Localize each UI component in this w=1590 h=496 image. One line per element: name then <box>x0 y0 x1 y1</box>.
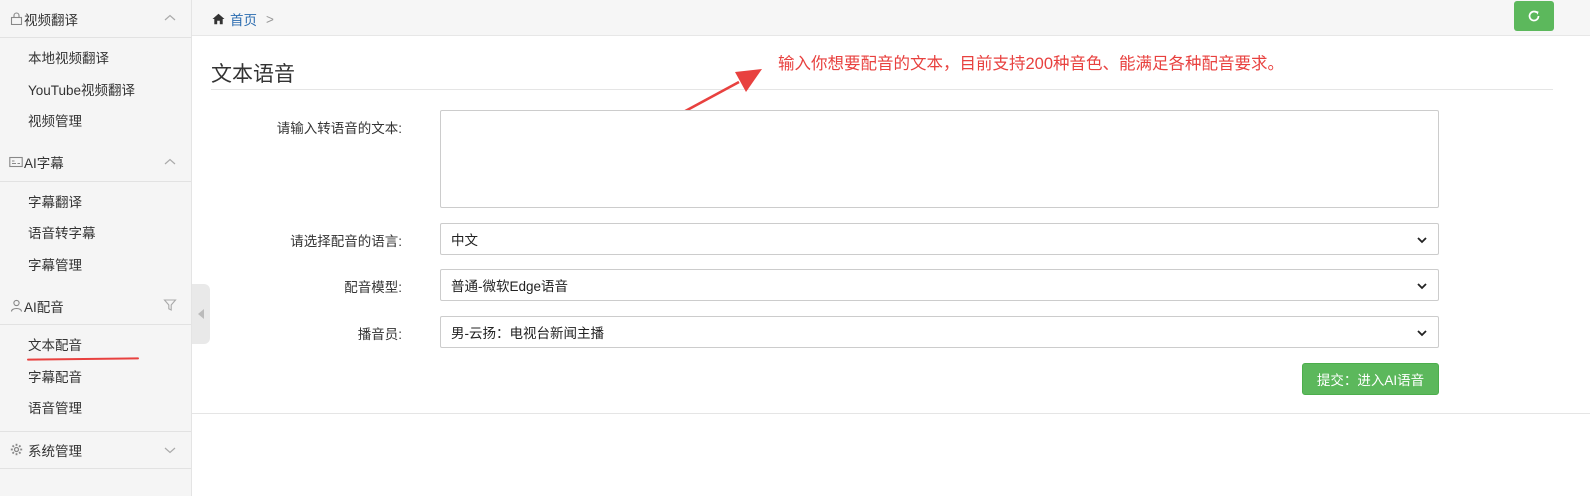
sidebar-item-label: 本地视频翻译 <box>28 51 109 66</box>
sidebar: 视频翻译 本地视频翻译 YouTube视频翻译 视频管理 AI字幕 字幕翻译 语… <box>0 0 192 496</box>
sidebar-group-items: 文本配音 字幕配音 语音管理 <box>0 325 191 431</box>
breadcrumb-home-label: 首页 <box>230 13 257 28</box>
voice-label: 播音员: <box>357 327 402 342</box>
form-bottom-divider <box>192 413 1590 414</box>
sidebar-item-label: 语音管理 <box>28 401 82 416</box>
home-icon <box>212 13 225 25</box>
sidebar-item-label: 语音转字幕 <box>28 226 96 241</box>
sidebar-group-label: 视频翻译 <box>24 12 78 28</box>
refresh-icon <box>1528 10 1540 22</box>
sidebar-item-label: 字幕翻译 <box>28 194 82 210</box>
text-input[interactable] <box>440 110 1439 208</box>
sidebar-item-label: YouTube视频翻译 <box>28 82 136 98</box>
sidebar-group-ai-dubbing[interactable]: AI配音 <box>0 287 191 325</box>
sidebar-group-system-manage[interactable]: 系统管理 <box>0 430 191 469</box>
annotation-arrow <box>566 69 762 177</box>
voice-select-value: 男-云扬：电视台新闻主播 <box>451 326 604 341</box>
annotation-callout: 输入你想要配音的文本，目前支持200种音色、能满足各种配音要求。 <box>778 55 1285 73</box>
sidebar-item-video-manage[interactable]: 视频管理 <box>0 106 191 138</box>
breadcrumb: 首页 > <box>212 9 274 29</box>
model-select[interactable]: 普通-微软Edge语音 <box>440 269 1439 301</box>
sidebar-item-voice-manage[interactable]: 语音管理 <box>0 393 191 425</box>
sidebar-item-youtube-translate[interactable]: YouTube视频翻译 <box>0 75 191 107</box>
sidebar-item-subtitle-manage[interactable]: 字幕管理 <box>0 250 191 282</box>
sidebar-item-local-video-translate[interactable]: 本地视频翻译 <box>0 43 191 75</box>
sidebar-group-items: 字幕翻译 语音转字幕 字幕管理 <box>0 182 191 288</box>
refresh-button[interactable] <box>1514 1 1554 31</box>
gear-icon <box>9 443 23 457</box>
model-label: 配音模型: <box>344 280 402 295</box>
language-select[interactable]: 中文 <box>440 223 1439 255</box>
model-select-value: 普通-微软Edge语音 <box>451 279 569 294</box>
sidebar-group-video-translate[interactable]: 视频翻译 <box>0 0 191 38</box>
user-icon <box>9 299 23 313</box>
sidebar-group-items: 本地视频翻译 YouTube视频翻译 视频管理 <box>0 38 191 144</box>
lock-icon <box>9 12 23 26</box>
sidebar-group-label: AI字幕 <box>24 156 64 171</box>
sidebar-item-speech-to-subtitle[interactable]: 语音转字幕 <box>0 218 191 250</box>
sidebar-group-label: 系统管理 <box>28 443 82 459</box>
annotation-underline <box>26 356 140 361</box>
sidebar-group-ai-subtitle[interactable]: AI字幕 <box>0 144 191 182</box>
top-bar: 首页 > <box>192 0 1590 36</box>
voice-select[interactable]: 男-云扬：电视台新闻主播 <box>440 316 1439 348</box>
title-divider <box>211 89 1553 90</box>
chevron-down-icon <box>1417 237 1427 244</box>
submit-button[interactable]: 提交：进入AI语音 <box>1302 363 1439 395</box>
sidebar-item-label: 字幕管理 <box>28 257 82 273</box>
sidebar-item-subtitle-dubbing[interactable]: 字幕配音 <box>0 362 191 394</box>
filter-icon <box>163 298 177 312</box>
sidebar-item-label: 文本配音 <box>28 338 82 353</box>
breadcrumb-home-link[interactable]: 首页 <box>212 9 257 29</box>
sidebar-item-subtitle-translate[interactable]: 字幕翻译 <box>0 187 191 219</box>
breadcrumb-separator: > <box>266 11 274 27</box>
language-label: 请选择配音的语言: <box>290 234 402 249</box>
sidebar-group-label: AI配音 <box>24 299 64 315</box>
main-content: 文本语音 输入你想要配音的文本，目前支持200种音色、能满足各种配音要求。 请输… <box>192 36 1590 496</box>
chevron-down-icon <box>1417 283 1427 290</box>
chevron-up-icon <box>163 155 177 169</box>
sidebar-item-label: 字幕配音 <box>28 369 82 385</box>
chevron-up-icon <box>163 11 177 25</box>
sidebar-item-text-dubbing[interactable]: 文本配音 <box>0 330 191 362</box>
page-title: 文本语音 <box>211 63 295 86</box>
chevron-down-icon <box>163 443 177 457</box>
language-select-value: 中文 <box>451 233 478 248</box>
chevron-down-icon <box>1417 330 1427 337</box>
text-input-label: 请输入转语音的文本: <box>276 121 402 136</box>
app-root: 视频翻译 本地视频翻译 YouTube视频翻译 视频管理 AI字幕 字幕翻译 语… <box>0 0 1590 496</box>
sidebar-item-label: 视频管理 <box>28 114 82 129</box>
subtitle-icon <box>9 155 23 169</box>
